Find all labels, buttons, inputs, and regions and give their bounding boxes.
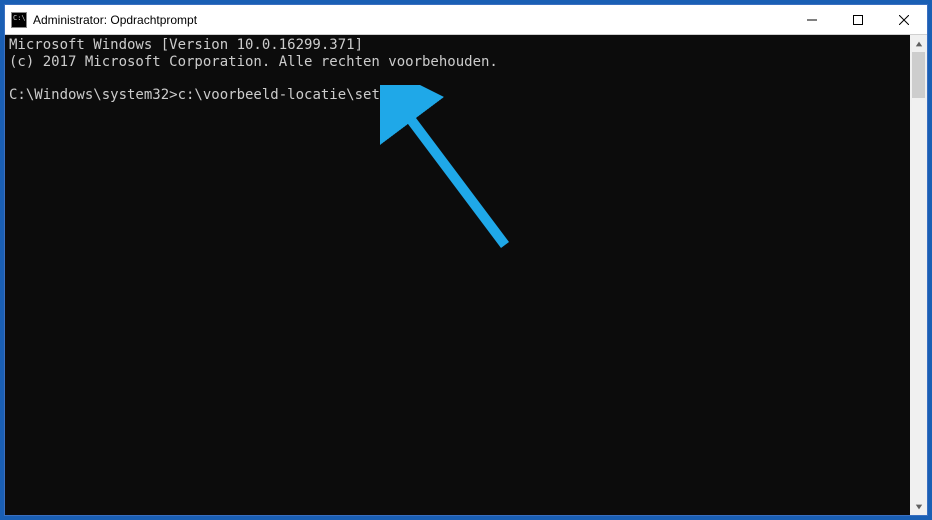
text-cursor: [431, 99, 439, 101]
window-controls: [789, 5, 927, 34]
terminal-line: (c) 2017 Microsoft Corporation. Alle rec…: [9, 54, 498, 70]
window-title: Administrator: Opdrachtprompt: [33, 13, 789, 27]
scrollbar-thumb[interactable]: [912, 52, 925, 98]
titlebar[interactable]: Administrator: Opdrachtprompt: [5, 5, 927, 35]
cmd-icon: [11, 12, 27, 28]
command-prompt-window: Administrator: Opdrachtprompt Microsoft …: [4, 4, 928, 516]
scroll-up-button[interactable]: [910, 35, 927, 52]
terminal-line: Microsoft Windows [Version 10.0.16299.37…: [9, 37, 363, 53]
vertical-scrollbar[interactable]: [910, 35, 927, 515]
terminal-command: c:\voorbeeld-locatie\setup.exe: [178, 87, 431, 103]
minimize-button[interactable]: [789, 5, 835, 34]
close-button[interactable]: [881, 5, 927, 34]
scroll-down-button[interactable]: [910, 498, 927, 515]
scrollbar-track[interactable]: [910, 52, 927, 498]
terminal-container: Microsoft Windows [Version 10.0.16299.37…: [5, 35, 927, 515]
maximize-button[interactable]: [835, 5, 881, 34]
terminal-prompt: C:\Windows\system32>: [9, 87, 178, 103]
terminal-output[interactable]: Microsoft Windows [Version 10.0.16299.37…: [5, 35, 910, 515]
